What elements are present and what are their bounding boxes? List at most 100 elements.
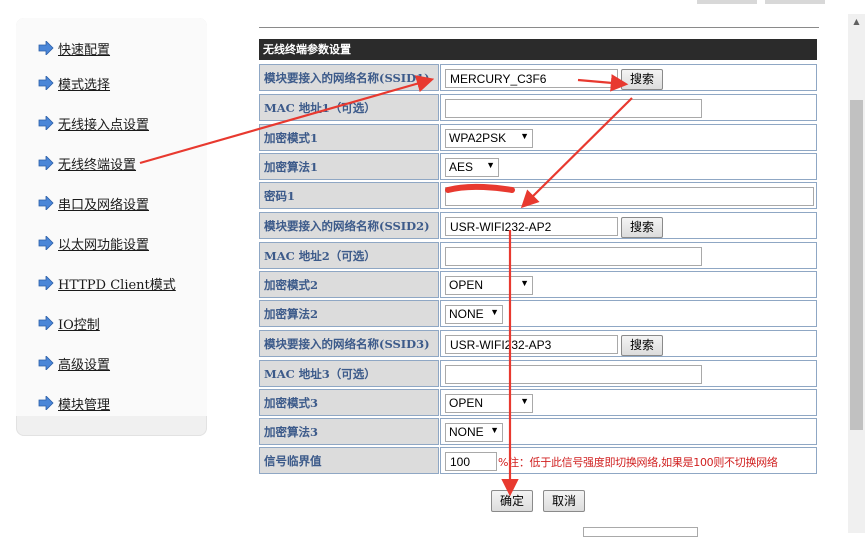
blue-arrow-right-icon — [38, 76, 54, 90]
sidebar-item[interactable]: 以太网功能设置 — [38, 233, 149, 253]
mac3-label: MAC 地址3（可选） — [259, 360, 439, 387]
password1-input[interactable] — [445, 187, 814, 206]
ssid3-input[interactable] — [445, 335, 618, 354]
chevron-down-icon: ▼ — [520, 131, 529, 141]
enc-mode1-value: WPA2PSK — [449, 131, 507, 145]
sidebar-item[interactable]: 快速配置 — [38, 38, 110, 58]
sidebar-item[interactable]: 高级设置 — [38, 353, 110, 373]
enc-alg2-cell: NONE ▼ — [440, 300, 817, 327]
row-enc-mode3: 加密模式3 OPEN ▼ — [259, 389, 817, 417]
sidebar-item[interactable]: 无线接入点设置 — [38, 113, 149, 133]
enc-mode3-cell: OPEN ▼ — [440, 389, 817, 416]
mac1-cell — [440, 94, 817, 121]
chevron-down-icon: ▼ — [520, 396, 529, 406]
blue-arrow-right-icon — [38, 156, 54, 170]
mac2-cell — [440, 242, 817, 269]
row-mac1: MAC 地址1（可选） — [259, 94, 817, 122]
sidebar-item-label: 无线接入点设置 — [58, 117, 150, 133]
chevron-down-icon: ▼ — [486, 160, 495, 170]
row-mac3: MAC 地址3（可选） — [259, 360, 817, 388]
top-strip — [0, 0, 865, 14]
confirm-button[interactable]: 确定 — [491, 490, 534, 512]
chevron-down-icon: ▼ — [490, 307, 499, 317]
password1-label: 密码1 — [259, 182, 439, 209]
search-ssid2-button[interactable]: 搜索 — [621, 217, 664, 238]
sidebar-item[interactable]: 串口及网络设置 — [38, 193, 149, 213]
threshold-cell: %注：低于此信号强度即切换网络,如果是100则不切换网络 — [440, 447, 817, 474]
row-mac2: MAC 地址2（可选） — [259, 242, 817, 270]
blue-arrow-right-icon — [38, 196, 54, 210]
enc-alg3-select[interactable]: NONE ▼ — [445, 423, 503, 442]
sidebar-item-label: 串口及网络设置 — [58, 197, 150, 213]
mac2-input[interactable] — [445, 247, 702, 266]
blue-arrow-right-icon — [38, 276, 54, 290]
row-ssid3: 模块要接入的网络名称(SSID3) 搜索 — [259, 330, 817, 358]
sidebar-item-label: IO控制 — [58, 317, 100, 333]
sidebar-item-label: 无线终端设置 — [58, 157, 137, 173]
enc-alg2-select[interactable]: NONE ▼ — [445, 305, 503, 324]
enc-alg1-cell: AES ▼ — [440, 153, 817, 180]
blue-arrow-right-icon — [38, 236, 54, 250]
scrollbar-thumb[interactable] — [850, 100, 863, 430]
enc-mode2-select[interactable]: OPEN ▼ — [445, 276, 533, 295]
sidebar-item-label: 模式选择 — [58, 77, 111, 93]
row-enc-mode2: 加密模式2 OPEN ▼ — [259, 271, 817, 299]
row-password1: 密码1 — [259, 182, 817, 210]
sidebar-item[interactable]: IO控制 — [38, 313, 100, 333]
enc-alg3-cell: NONE ▼ — [440, 418, 817, 445]
mac2-label: MAC 地址2（可选） — [259, 242, 439, 269]
mac1-label: MAC 地址1（可选） — [259, 94, 439, 121]
row-threshold: 信号临界值 %注：低于此信号强度即切换网络,如果是100则不切换网络 — [259, 447, 817, 475]
enc-mode1-cell: WPA2PSK ▼ — [440, 124, 817, 151]
cancel-button[interactable]: 取消 — [543, 490, 586, 512]
enc-alg2-value: NONE — [449, 307, 484, 321]
mac1-input[interactable] — [445, 99, 702, 118]
enc-mode1-label: 加密模式1 — [259, 124, 439, 151]
enc-mode3-label: 加密模式3 — [259, 389, 439, 416]
enc-mode2-label: 加密模式2 — [259, 271, 439, 298]
enc-alg1-label: 加密算法1 — [259, 153, 439, 180]
blue-arrow-right-icon — [38, 316, 54, 330]
enc-mode2-value: OPEN — [449, 278, 484, 292]
blue-arrow-right-icon — [38, 356, 54, 370]
blue-arrow-right-icon — [38, 116, 54, 130]
ssid2-cell: 搜索 — [440, 212, 817, 239]
mac3-cell — [440, 360, 817, 387]
search-ssid3-button[interactable]: 搜索 — [621, 335, 664, 356]
threshold-label: 信号临界值 — [259, 447, 439, 474]
sidebar-item-label: 快速配置 — [58, 42, 111, 58]
chevron-down-icon: ▼ — [520, 278, 529, 288]
scroll-up-icon[interactable]: ▲ — [848, 14, 865, 30]
top-tab — [697, 0, 757, 4]
sidebar-item[interactable]: HTTPD Client模式 — [38, 273, 176, 293]
row-enc-alg3: 加密算法3 NONE ▼ — [259, 418, 817, 446]
ssid2-label: 模块要接入的网络名称(SSID2) — [259, 212, 439, 239]
clipped-select[interactable] — [583, 527, 698, 537]
enc-mode3-select[interactable]: OPEN ▼ — [445, 394, 533, 413]
threshold-note: %注：低于此信号强度即切换网络,如果是100则不切换网络 — [498, 456, 778, 469]
ssid1-input[interactable] — [445, 69, 618, 88]
chevron-down-icon: ▼ — [490, 425, 499, 435]
panel-divider — [259, 27, 819, 28]
threshold-input[interactable] — [445, 452, 497, 471]
sidebar-item-label: 以太网功能设置 — [58, 237, 150, 253]
enc-alg1-select[interactable]: AES ▼ — [445, 158, 499, 177]
sidebar-item-label: HTTPD Client模式 — [58, 277, 176, 293]
ssid3-label: 模块要接入的网络名称(SSID3) — [259, 330, 439, 357]
top-tab — [765, 0, 825, 4]
mac3-input[interactable] — [445, 365, 702, 384]
enc-alg3-value: NONE — [449, 425, 484, 439]
sidebar-item[interactable]: 无线终端设置 — [38, 153, 136, 173]
form-title: 无线终端参数设置 — [259, 39, 817, 60]
enc-alg3-label: 加密算法3 — [259, 418, 439, 445]
search-ssid1-button[interactable]: 搜索 — [621, 69, 664, 90]
ssid1-label: 模块要接入的网络名称(SSID1) — [259, 64, 439, 91]
sidebar-item[interactable]: 模式选择 — [38, 73, 110, 93]
enc-alg1-value: AES — [449, 160, 474, 174]
sidebar-item[interactable]: 模块管理 — [38, 393, 110, 413]
ssid2-input[interactable] — [445, 217, 618, 236]
enc-mode1-select[interactable]: WPA2PSK ▼ — [445, 129, 533, 148]
blue-arrow-right-icon — [38, 41, 54, 55]
enc-alg2-label: 加密算法2 — [259, 300, 439, 327]
enc-mode2-cell: OPEN ▼ — [440, 271, 817, 298]
